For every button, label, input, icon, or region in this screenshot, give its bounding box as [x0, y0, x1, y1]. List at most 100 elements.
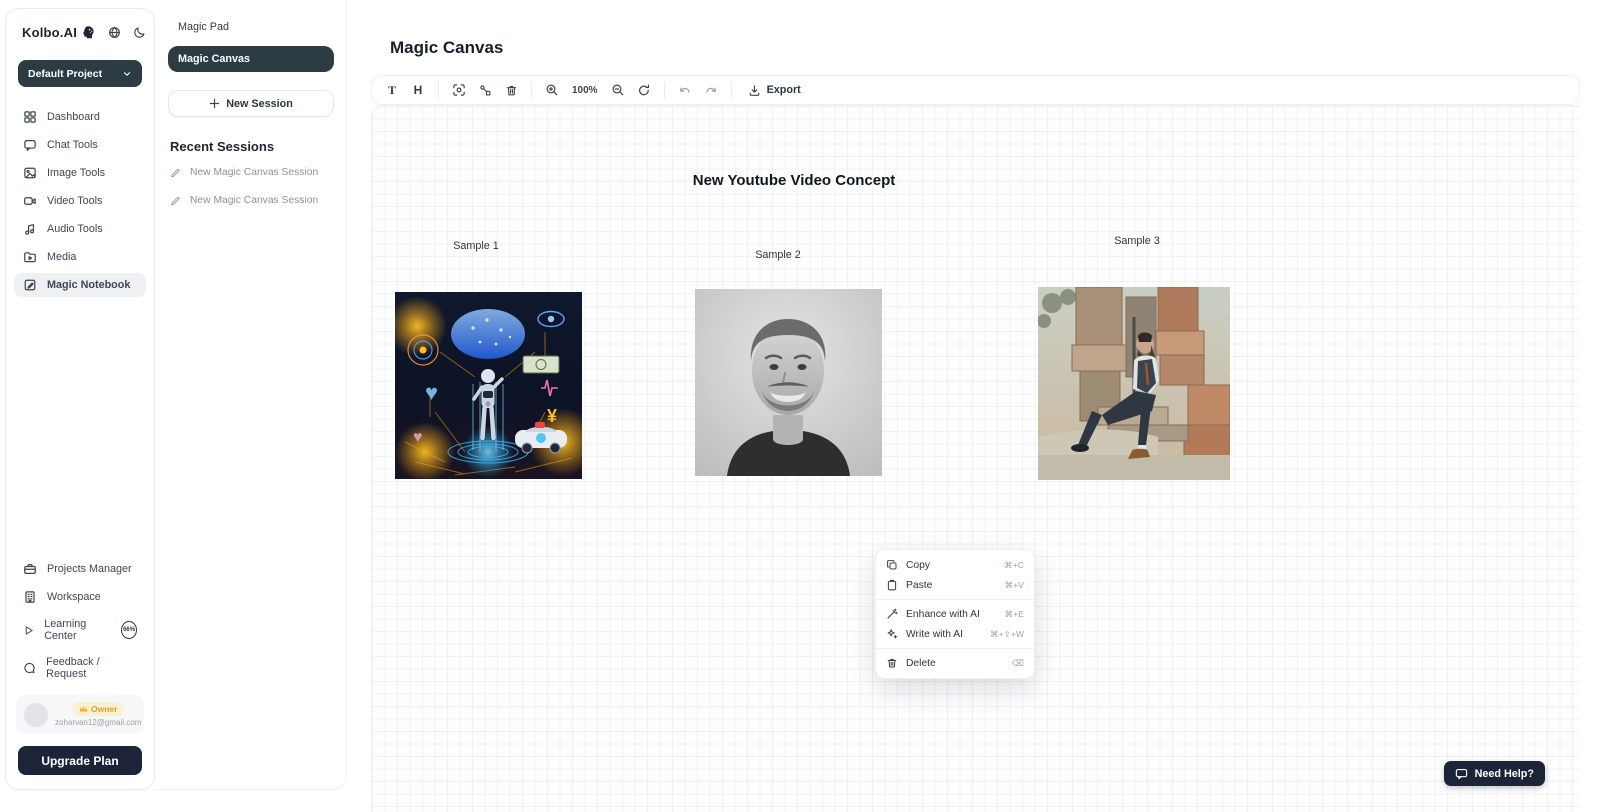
svg-text:♥: ♥: [413, 429, 423, 446]
context-menu-paste[interactable]: Paste ⌘+V: [876, 575, 1034, 595]
recent-session-label: New Magic Canvas Session: [190, 195, 318, 206]
recent-session-label: New Magic Canvas Session: [190, 167, 318, 178]
new-session-label: New Session: [226, 98, 293, 110]
feedback-bubble-icon: [23, 661, 36, 675]
context-menu-write-with-ai[interactable]: Write with AI ⌘+⇧+W: [876, 624, 1034, 644]
tab-magic-canvas[interactable]: Magic Canvas: [168, 46, 334, 72]
need-help-button[interactable]: Need Help?: [1444, 761, 1545, 786]
sidebar-item-label: Dashboard: [47, 111, 100, 123]
context-menu-enhance-with-ai[interactable]: Enhance with AI ⌘+E: [876, 604, 1034, 624]
undo-icon: [678, 83, 692, 97]
context-menu-separator: [876, 599, 1034, 600]
owner-role-label: Owner: [91, 704, 117, 714]
heading-tool-button[interactable]: H: [406, 79, 430, 101]
ai-select-icon: [452, 83, 466, 97]
export-button[interactable]: Export: [740, 79, 809, 101]
dark-mode-moon-icon[interactable]: [133, 26, 146, 39]
recent-session-item[interactable]: New Magic Canvas Session: [156, 186, 346, 214]
sidebar-item-image-tools[interactable]: Image Tools: [14, 161, 146, 185]
zoom-in-button[interactable]: [540, 79, 564, 101]
video-camera-icon: [23, 194, 37, 208]
sidebar-item-label: Projects Manager: [47, 563, 132, 575]
download-icon: [748, 84, 761, 97]
connector-tool-button[interactable]: [473, 79, 497, 101]
context-menu: Copy ⌘+C Paste ⌘+V Enhance with AI ⌘+E W…: [875, 549, 1035, 679]
sidebar-item-label: Chat Tools: [47, 139, 98, 151]
sidebar-item-chat-tools[interactable]: Chat Tools: [14, 133, 146, 157]
text-tool-button[interactable]: T: [380, 79, 404, 101]
sidebar-item-label: Workspace: [47, 591, 101, 603]
reset-view-button[interactable]: [632, 79, 656, 101]
new-session-button[interactable]: New Session: [168, 90, 334, 117]
context-menu-label: Write with AI: [906, 629, 982, 640]
paste-icon: [886, 579, 898, 591]
recent-sessions-title: Recent Sessions: [156, 117, 346, 158]
user-info: Owner zoharvan12@gmail.com: [55, 702, 141, 727]
sidebar-item-magic-notebook[interactable]: Magic Notebook: [14, 273, 146, 297]
media-folder-icon: [23, 250, 37, 264]
sessions-panel: Magic Pad Magic Canvas New Session Recen…: [156, 0, 347, 790]
context-menu-shortcut: ⌘+E: [1005, 609, 1024, 620]
zoom-out-button[interactable]: [606, 79, 630, 101]
sidebar-item-audio-tools[interactable]: Audio Tools: [14, 217, 146, 241]
magic-wand-icon: [886, 608, 898, 620]
context-menu-label: Copy: [906, 560, 996, 571]
zoom-out-icon: [611, 83, 625, 97]
sidebar-item-workspace[interactable]: Workspace: [14, 585, 146, 609]
context-menu-label: Paste: [906, 580, 997, 591]
project-selector[interactable]: Default Project: [18, 60, 142, 87]
user-account-card[interactable]: Owner zoharvan12@gmail.com: [16, 695, 144, 734]
learning-progress-badge: 66%: [121, 621, 137, 639]
svg-text:¥: ¥: [547, 406, 557, 426]
project-selector-label: Default Project: [28, 68, 102, 80]
undo-button[interactable]: [673, 79, 697, 101]
logo-row: Kolbo.AI: [6, 9, 154, 50]
sidebar-item-label: Image Tools: [47, 167, 105, 179]
sample-1-image[interactable]: ♥ ♥ ¥: [395, 292, 582, 479]
sidebar-item-feedback-request[interactable]: Feedback / Request: [14, 651, 146, 685]
app-sidebar: Kolbo.AI Default Project Dashboard Chat …: [5, 8, 155, 790]
rotate-reset-icon: [637, 83, 651, 97]
sidebar-item-label: Media: [47, 251, 76, 263]
tab-magic-pad[interactable]: Magic Pad: [168, 14, 334, 40]
image-icon: [23, 166, 37, 180]
recent-session-item[interactable]: New Magic Canvas Session: [156, 158, 346, 186]
delete-tool-button[interactable]: [499, 79, 523, 101]
sidebar-item-label: Audio Tools: [47, 223, 103, 235]
sample-3-image[interactable]: [1038, 287, 1230, 480]
redo-button[interactable]: [699, 79, 723, 101]
sample-2-label[interactable]: Sample 2: [738, 249, 818, 261]
sidebar-item-video-tools[interactable]: Video Tools: [14, 189, 146, 213]
sidebar-item-learning-center[interactable]: Learning Center 66%: [14, 613, 146, 647]
ai-head-icon: [81, 25, 96, 40]
ai-select-button[interactable]: [447, 79, 471, 101]
sample-1-label[interactable]: Sample 1: [436, 240, 516, 252]
pencil-icon: [170, 194, 182, 206]
sidebar-item-dashboard[interactable]: Dashboard: [14, 105, 146, 129]
sidebar-item-media[interactable]: Media: [14, 245, 146, 269]
context-menu-shortcut: ⌘+⇧+W: [990, 629, 1024, 640]
sample-3-label[interactable]: Sample 3: [1097, 235, 1177, 247]
main-nav: Dashboard Chat Tools Image Tools Video T…: [6, 91, 154, 297]
plus-icon: [209, 98, 220, 109]
svg-text:♥: ♥: [425, 380, 438, 405]
help-chat-icon: [1455, 768, 1468, 780]
context-menu-label: Enhance with AI: [906, 609, 997, 620]
upgrade-plan-button[interactable]: Upgrade Plan: [18, 746, 142, 775]
board-title[interactable]: New Youtube Video Concept: [688, 172, 900, 189]
sidebar-item-projects-manager[interactable]: Projects Manager: [14, 557, 146, 581]
context-menu-copy[interactable]: Copy ⌘+C: [876, 555, 1034, 575]
need-help-label: Need Help?: [1475, 768, 1534, 780]
context-menu-shortcut: ⌘+V: [1005, 580, 1024, 591]
context-menu-delete[interactable]: Delete ⌫: [876, 653, 1034, 673]
crown-icon: [79, 705, 88, 713]
language-globe-icon[interactable]: [108, 26, 121, 39]
music-note-icon: [23, 222, 37, 236]
page-title: Magic Canvas: [390, 38, 503, 58]
sidebar-item-label: Learning Center: [44, 618, 111, 642]
export-label: Export: [767, 84, 801, 96]
context-menu-separator: [876, 648, 1034, 649]
sample-2-image[interactable]: [695, 289, 882, 476]
magic-canvas-board[interactable]: New Youtube Video Concept Sample 1 Sampl…: [371, 105, 1580, 812]
chevron-down-icon: [122, 69, 132, 79]
